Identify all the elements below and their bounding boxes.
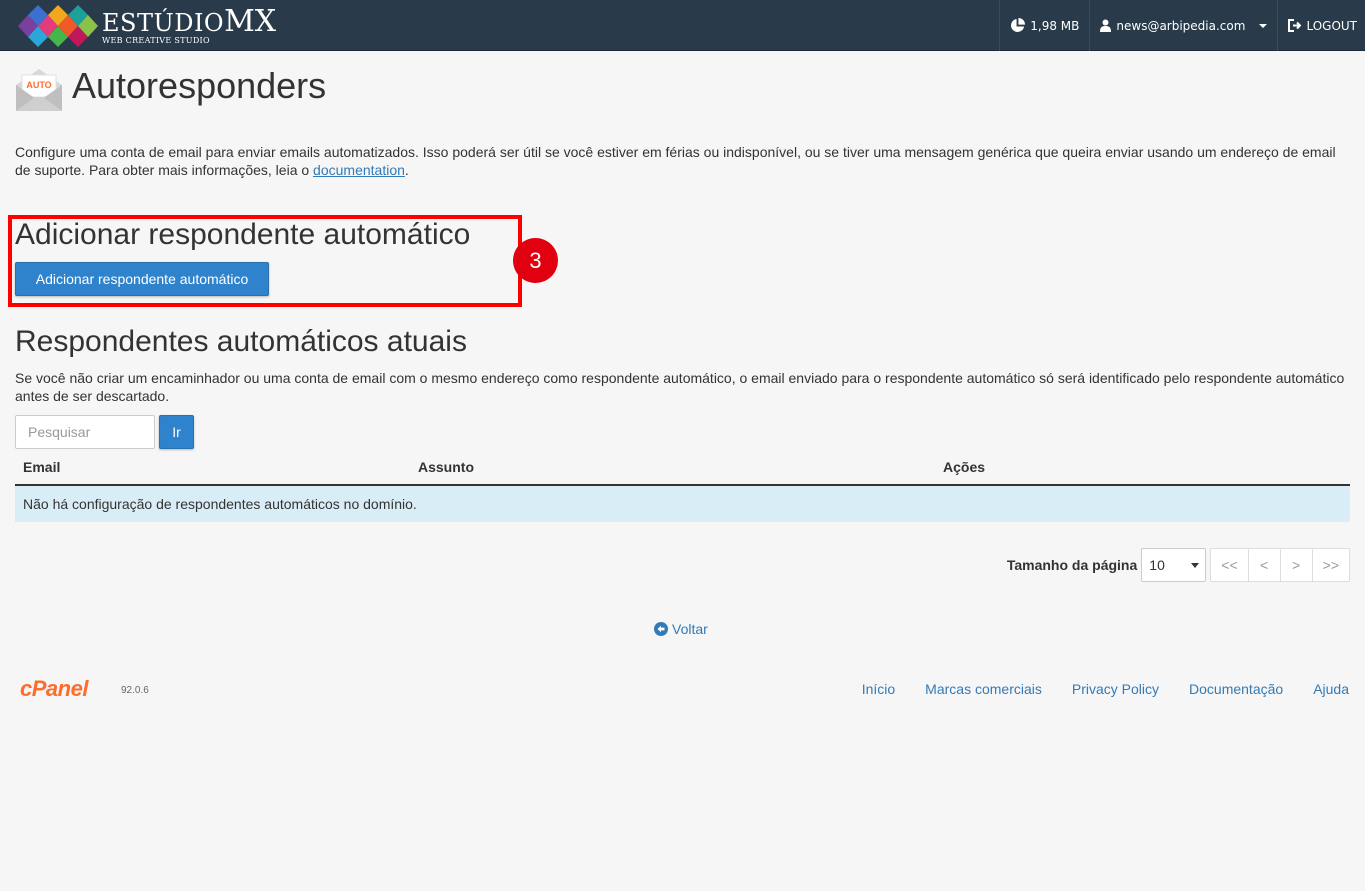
footer-link-privacy[interactable]: Privacy Policy <box>1072 681 1159 697</box>
cpanel-version: 92.0.6 <box>121 685 149 696</box>
first-page-button[interactable]: << <box>1210 548 1249 582</box>
search-input[interactable] <box>15 415 155 449</box>
page-description: Configure uma conta de email para enviar… <box>15 143 1355 179</box>
user-menu[interactable]: news@arbipedia.com <box>1089 0 1277 51</box>
page-nav-group: << < > >> <box>1210 548 1350 582</box>
back-label: Voltar <box>672 621 708 637</box>
documentation-link[interactable]: documentation <box>313 162 405 178</box>
footer-link-documentation[interactable]: Documentação <box>1189 681 1283 697</box>
prev-page-button[interactable]: < <box>1247 548 1281 582</box>
autoresponder-envelope-icon: AUTO <box>16 69 62 111</box>
brand-name: ESTÚDIOMX <box>102 7 276 38</box>
last-page-button[interactable]: >> <box>1311 548 1350 582</box>
user-email: news@arbipedia.com <box>1116 18 1246 33</box>
page-size-label: Tamanho da página <box>1006 557 1138 573</box>
logout-button[interactable]: LOGOUT <box>1277 0 1365 51</box>
disk-usage-value: 1,98 MB <box>1030 18 1080 33</box>
page-size-select[interactable]: 10 <box>1141 548 1207 582</box>
top-navbar: ESTÚDIOMX WEB CREATIVE STUDIO 1,98 MB ne… <box>0 0 1365 51</box>
page-title: Autoresponders <box>72 65 327 106</box>
footer-link-home[interactable]: Início <box>862 681 895 697</box>
intro-end: . <box>404 162 409 178</box>
annotation-highlight-box <box>8 215 522 307</box>
column-header-actions: Ações <box>943 459 986 475</box>
brand-subtitle: WEB CREATIVE STUDIO <box>102 36 210 45</box>
arrow-left-circle-icon <box>654 622 668 636</box>
back-link[interactable]: Voltar <box>654 621 708 637</box>
next-page-button[interactable]: > <box>1279 548 1313 582</box>
pie-chart-icon <box>1011 18 1026 32</box>
chevron-down-icon <box>1191 562 1200 568</box>
brand-mosaic-icon <box>18 5 98 47</box>
footer-link-trademarks[interactable]: Marcas comerciais <box>925 681 1042 697</box>
column-header-subject[interactable]: Assunto <box>418 459 474 475</box>
chevron-down-icon <box>1259 23 1268 28</box>
search-go-button[interactable]: Ir <box>159 415 194 449</box>
top-right-menu: 1,98 MB news@arbipedia.com LOGOUT <box>999 0 1365 51</box>
pagination: Tamanho da página 10 << < > >> <box>1007 548 1350 582</box>
table-empty-row: Não há configuração de respondentes auto… <box>15 486 1350 522</box>
footer-link-help[interactable]: Ajuda <box>1313 681 1349 697</box>
annotation-step-badge: 3 <box>513 238 558 283</box>
logout-icon <box>1288 19 1302 32</box>
page-size-value: 10 <box>1149 557 1165 573</box>
brand-main-text: ESTÚDIO <box>102 9 225 37</box>
disk-usage-indicator[interactable]: 1,98 MB <box>999 0 1089 51</box>
brand-mx-text: MX <box>224 4 277 39</box>
footer-links: Início Marcas comerciais Privacy Policy … <box>832 681 1349 697</box>
current-autoresponders-heading: Respondentes automáticos atuais <box>15 325 467 358</box>
cpanel-logo[interactable]: cPanel <box>20 676 88 702</box>
brand-logo[interactable]: ESTÚDIOMX WEB CREATIVE STUDIO <box>18 5 276 47</box>
autoresponder-icon-text: AUTO <box>26 80 51 90</box>
autoresponders-table: Email Assunto Ações Não há configuração … <box>15 452 1350 522</box>
column-header-email[interactable]: Email <box>23 459 60 475</box>
table-header: Email Assunto Ações <box>15 452 1350 486</box>
intro-text: Configure uma conta de email para enviar… <box>15 144 1336 178</box>
logout-label: LOGOUT <box>1306 18 1357 33</box>
current-autoresponders-note: Se você não criar um encaminhador ou uma… <box>15 370 1345 404</box>
user-icon <box>1100 19 1112 32</box>
